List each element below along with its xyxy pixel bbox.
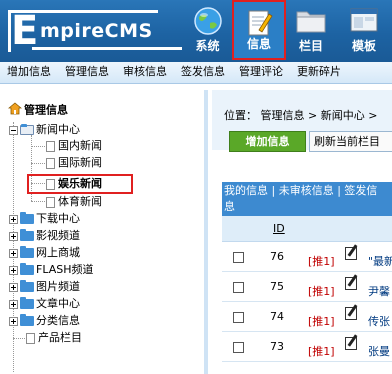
tree-item-online-mall[interactable]: 网上商城 xyxy=(9,245,80,260)
submenu-manage-comments[interactable]: 管理评论 xyxy=(232,62,290,82)
row-title[interactable]: 传张 xyxy=(368,313,390,329)
row-id: 73 xyxy=(270,340,284,353)
tree-item-classified-info[interactable]: 分类信息 xyxy=(9,313,80,328)
nav-column[interactable]: 栏目 xyxy=(290,0,332,60)
row-title[interactable]: 张曼 xyxy=(368,343,390,359)
content-toolbar: 位置： 管理信息 > 新闻中心 > 增加信息 刷新当前栏目 xyxy=(212,90,392,152)
folder-icon xyxy=(20,280,34,292)
window-icon xyxy=(349,6,379,37)
nav-info[interactable]: 信息 xyxy=(232,0,286,60)
tree-item-flash-channel[interactable]: FLASH频道 xyxy=(9,262,94,277)
sub-menu-bar: 增加信息 管理信息 审核信息 签发信息 管理评论 更新碎片 xyxy=(0,62,392,84)
tree-item-video-channel[interactable]: 影视频道 xyxy=(9,228,80,243)
nav-template-label: 模板 xyxy=(351,39,376,53)
edit-icon[interactable] xyxy=(345,247,357,260)
add-info-button[interactable]: 增加信息 xyxy=(229,131,306,152)
row-tag: [推1] xyxy=(308,315,335,328)
row-title[interactable]: 尹馨 xyxy=(368,283,390,299)
expand-icon[interactable] xyxy=(9,231,18,241)
folder-icon xyxy=(20,297,34,309)
row-id: 75 xyxy=(270,280,284,293)
home-icon xyxy=(7,102,23,119)
tree-item-news-center[interactable]: 新闻中心 xyxy=(9,122,80,137)
selected-highlight xyxy=(27,174,133,194)
row-id: 74 xyxy=(270,310,284,323)
logo-text: mpireCMS xyxy=(40,20,153,42)
nav-system-label: 系统 xyxy=(195,39,220,53)
folder-icon xyxy=(20,229,34,241)
top-header: E mpireCMS 系统 信息 栏目 模板 xyxy=(0,0,392,62)
info-tabs: 我的信息 | 未审核信息 | 签发信 息 xyxy=(222,182,392,216)
globe-icon xyxy=(193,6,223,39)
row-tag: [推1] xyxy=(308,345,335,358)
table-row: 76 [推1] "最新 xyxy=(222,243,392,272)
row-tag: [推1] xyxy=(308,255,335,268)
folder-open-icon xyxy=(20,124,34,135)
table-header-row: ID xyxy=(222,216,392,242)
id-column-header[interactable]: ID xyxy=(273,222,285,235)
page-icon xyxy=(46,140,55,152)
folder-icon xyxy=(295,6,327,37)
tree-item-picture-channel[interactable]: 图片频道 xyxy=(9,279,80,294)
refresh-column-button[interactable]: 刷新当前栏目 xyxy=(309,131,392,152)
logo: E mpireCMS xyxy=(8,10,183,52)
row-checkbox[interactable] xyxy=(233,312,244,323)
expand-icon[interactable] xyxy=(9,265,18,275)
table-row: 73 [推1] 张曼 xyxy=(222,333,392,362)
row-checkbox[interactable] xyxy=(233,342,244,353)
row-title[interactable]: "最新 xyxy=(368,253,392,269)
logo-initial: E xyxy=(11,8,39,54)
content-panel: 位置： 管理信息 > 新闻中心 > 增加信息 刷新当前栏目 我的信息 | 未审核… xyxy=(212,90,392,374)
submenu-update-fragments[interactable]: 更新碎片 xyxy=(290,62,348,82)
nav-system[interactable]: 系统 xyxy=(185,0,230,60)
folder-icon xyxy=(20,246,34,258)
page-icon xyxy=(46,196,55,208)
page-icon xyxy=(26,332,35,344)
folder-icon xyxy=(20,314,34,326)
submenu-review-info[interactable]: 审核信息 xyxy=(116,62,174,82)
tree-item-product-column[interactable]: 产品栏目 xyxy=(26,330,82,345)
submenu-manage-info[interactable]: 管理信息 xyxy=(58,62,116,82)
row-checkbox[interactable] xyxy=(233,282,244,293)
nav-column-label: 栏目 xyxy=(298,39,323,53)
row-checkbox[interactable] xyxy=(233,252,244,263)
breadcrumb: 位置： 管理信息 > 新闻中心 > xyxy=(224,109,378,122)
folder-icon xyxy=(20,263,34,275)
submenu-add-info[interactable]: 增加信息 xyxy=(0,62,58,82)
nav-template[interactable]: 模板 xyxy=(340,0,388,60)
edit-icon[interactable] xyxy=(345,277,357,290)
folder-icon xyxy=(20,212,34,224)
row-tag: [推1] xyxy=(308,285,335,298)
info-tabs-line1[interactable]: 我的信息 | 未审核信息 | 签发信 xyxy=(224,183,392,199)
tree-item-download-center[interactable]: 下载中心 xyxy=(9,211,80,226)
info-tabs-line2[interactable]: 息 xyxy=(224,199,392,215)
row-id: 76 xyxy=(270,250,284,263)
submenu-sign-info[interactable]: 签发信息 xyxy=(174,62,232,82)
tree-root[interactable]: 管理信息 xyxy=(7,102,68,119)
expand-icon[interactable] xyxy=(9,248,18,258)
category-tree: 管理信息 新闻中心 国内新闻 国际新闻 娱乐新闻 体育新闻 下载中心 影视频道 … xyxy=(0,90,208,374)
nav-info-label: 信息 xyxy=(246,37,271,51)
tree-item-article-center[interactable]: 文章中心 xyxy=(9,296,80,311)
expand-icon[interactable] xyxy=(9,316,18,326)
expand-icon[interactable] xyxy=(9,282,18,292)
expand-icon[interactable] xyxy=(9,299,18,309)
table-row: 75 [推1] 尹馨 xyxy=(222,273,392,302)
tree-item-sports-news[interactable]: 体育新闻 xyxy=(46,194,102,209)
collapse-icon[interactable] xyxy=(9,125,18,135)
tree-root-label: 管理信息 xyxy=(24,103,68,117)
table-row: 74 [推1] 传张 xyxy=(222,303,392,332)
tree-item-domestic-news[interactable]: 国内新闻 xyxy=(46,138,102,153)
expand-icon[interactable] xyxy=(9,214,18,224)
page-icon xyxy=(46,157,55,169)
edit-icon[interactable] xyxy=(345,337,357,350)
edit-icon[interactable] xyxy=(345,307,357,320)
tree-item-world-news[interactable]: 国际新闻 xyxy=(46,155,102,170)
